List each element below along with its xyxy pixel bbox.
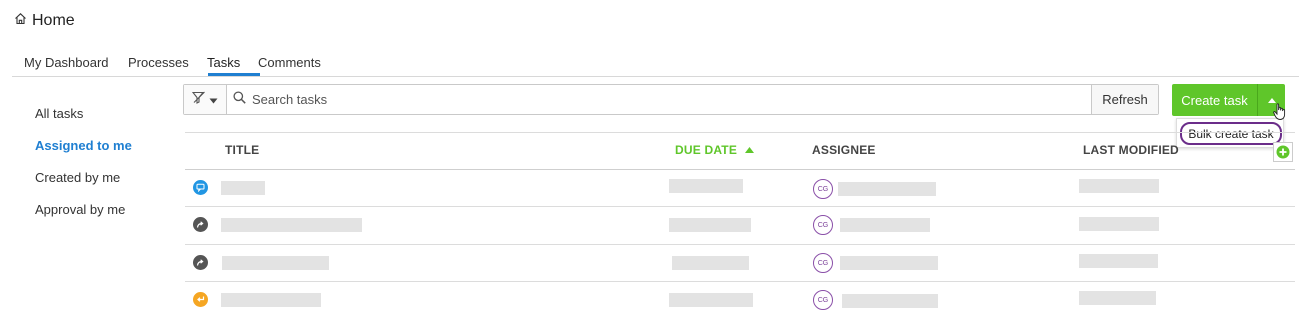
sort-ascending-icon	[745, 147, 755, 153]
comment-icon	[193, 180, 208, 195]
forward-arrow-icon	[193, 255, 208, 270]
column-header-title[interactable]: TITLE	[225, 143, 259, 157]
avatar: CG	[813, 179, 833, 199]
page-title: Home	[32, 12, 75, 29]
table-row[interactable]: CG	[185, 206, 1295, 243]
table-row[interactable]: CG	[185, 281, 1295, 318]
title-placeholder	[222, 256, 329, 270]
active-tab-indicator	[208, 73, 260, 76]
return-arrow-icon	[193, 292, 208, 307]
assignee-placeholder	[838, 182, 936, 196]
column-header-last-modified[interactable]: LAST MODIFIED	[1083, 143, 1179, 157]
chevron-down-icon	[209, 91, 218, 109]
last-modified-placeholder	[1079, 217, 1159, 231]
sidebar-item-approval-by-me[interactable]: Approval by me	[35, 202, 125, 217]
column-header-assignee[interactable]: ASSIGNEE	[812, 143, 876, 157]
task-toolbar: Refresh	[183, 84, 1159, 115]
add-column-button[interactable]	[1273, 142, 1293, 162]
page-header: Home	[14, 12, 75, 30]
search-icon	[233, 90, 246, 109]
search-input[interactable]	[252, 92, 1091, 107]
hand-cursor-icon	[1273, 103, 1287, 126]
filter-button[interactable]	[184, 85, 227, 114]
title-placeholder	[221, 293, 321, 307]
tab-my-dashboard[interactable]: My Dashboard	[24, 55, 109, 77]
last-modified-placeholder	[1079, 254, 1158, 268]
home-icon	[14, 12, 27, 30]
due-date-placeholder	[669, 293, 753, 307]
forward-arrow-icon	[193, 217, 208, 232]
sidebar-item-assigned-to-me[interactable]: Assigned to me	[35, 138, 132, 153]
avatar: CG	[813, 290, 833, 310]
last-modified-placeholder	[1079, 179, 1159, 193]
avatar: CG	[813, 253, 833, 273]
tab-processes[interactable]: Processes	[128, 55, 189, 77]
assignee-placeholder	[840, 218, 930, 232]
table-row[interactable]: CG	[185, 169, 1295, 206]
create-task-button[interactable]: Create task	[1172, 84, 1258, 116]
table-row[interactable]: CG	[185, 244, 1295, 281]
plus-circle-icon	[1276, 145, 1290, 159]
bulk-create-task-menu-item[interactable]: Bulk create task	[1180, 122, 1282, 145]
filter-icon	[191, 91, 206, 109]
title-placeholder	[221, 218, 362, 232]
due-date-placeholder	[669, 179, 743, 193]
assignee-placeholder	[842, 294, 938, 308]
due-date-placeholder	[669, 218, 751, 232]
create-task-split-button: Create task	[1172, 84, 1285, 116]
title-placeholder	[221, 181, 265, 195]
caret-up-icon	[1267, 97, 1276, 103]
refresh-button[interactable]: Refresh	[1091, 85, 1158, 114]
due-date-placeholder	[672, 256, 749, 270]
table-top-divider	[185, 132, 1295, 133]
create-task-dropdown-menu: Bulk create task	[1176, 118, 1284, 148]
sidebar-item-created-by-me[interactable]: Created by me	[35, 170, 120, 185]
due-date-header-label: DUE DATE	[675, 143, 738, 157]
search-box	[227, 85, 1091, 114]
tab-comments[interactable]: Comments	[258, 55, 321, 77]
avatar: CG	[813, 215, 833, 235]
column-header-due-date[interactable]: DUE DATE	[675, 143, 755, 157]
assignee-placeholder	[840, 256, 938, 270]
last-modified-placeholder	[1079, 291, 1156, 305]
tab-bar: My Dashboard Processes Tasks Comments	[12, 55, 1299, 77]
sidebar-item-all-tasks[interactable]: All tasks	[35, 106, 83, 121]
